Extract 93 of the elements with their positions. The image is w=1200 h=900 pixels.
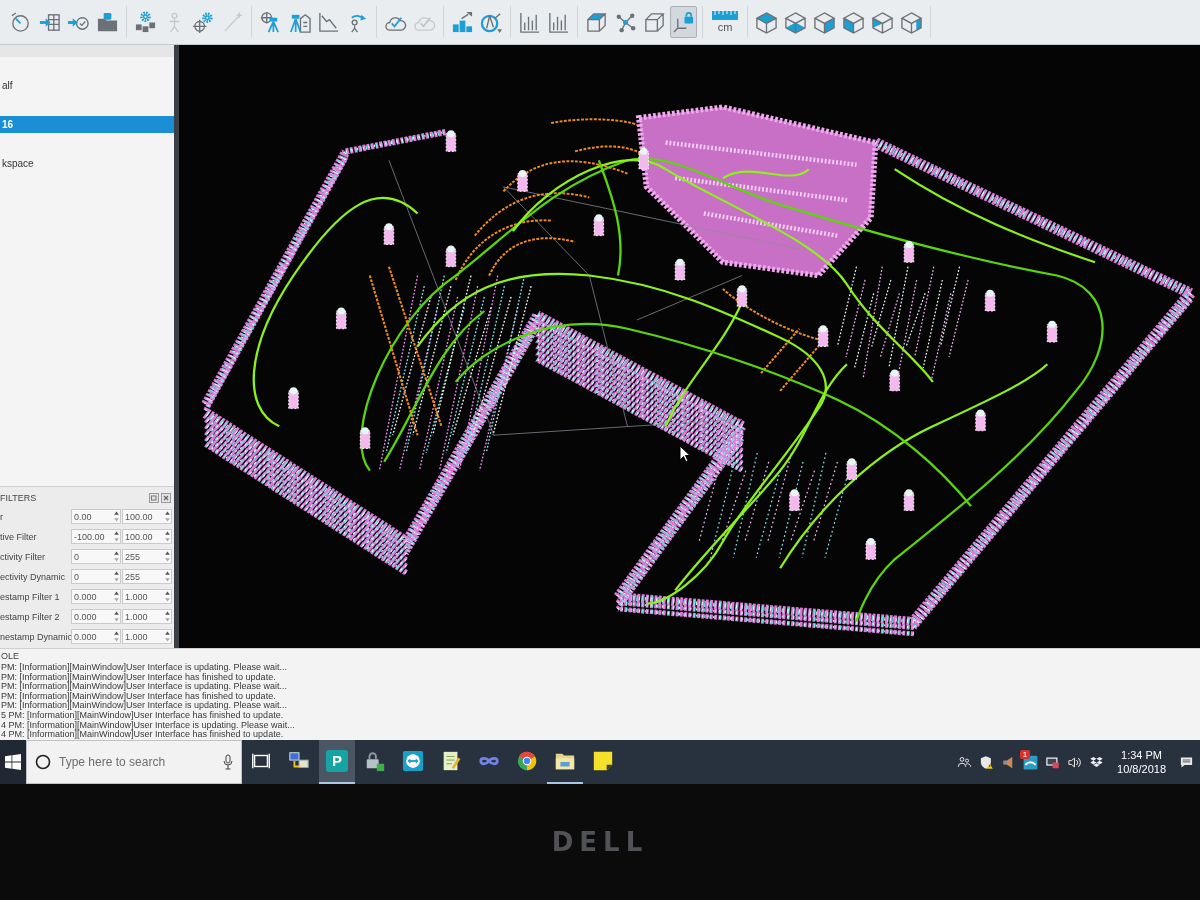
float-button[interactable] <box>149 493 159 503</box>
cube-front-face-icon <box>871 10 894 34</box>
toolbar-button[interactable] <box>670 6 697 38</box>
spin-box[interactable]: 100.00 <box>122 509 172 524</box>
cube-right-face-icon <box>813 10 836 34</box>
spin-arrows-icon[interactable] <box>113 610 120 623</box>
people-icon[interactable] <box>957 754 973 770</box>
log-line: PM: [Information][MainWindow]User Interface is updating. Please wait... <box>1 663 288 673</box>
spin-box[interactable]: 1.000 <box>122 609 172 624</box>
colored-circle-icon <box>516 750 538 772</box>
gear-blocks-icon <box>134 10 157 34</box>
window-panes-icon <box>5 754 21 770</box>
spin-arrows-icon[interactable] <box>113 590 120 603</box>
log-line: 4 PM: [Information][MainWindow]User Interface has finished to update. <box>1 730 284 740</box>
axes-lock-icon <box>672 10 695 34</box>
spin-arrows-icon[interactable] <box>113 570 120 583</box>
padlock-icon <box>364 750 386 772</box>
arrows-tile-icon <box>402 750 424 772</box>
log-line: PM: [Information][MainWindow]User Interface has finished to update. <box>1 691 276 702</box>
count-badge: 1 <box>1020 749 1031 759</box>
spin-box[interactable]: 255 <box>122 569 172 584</box>
spin-arrows-icon[interactable] <box>164 570 171 583</box>
spin-arrows-icon[interactable] <box>164 630 171 643</box>
line-chart-icon <box>317 10 340 34</box>
filter-label: ctivity Filter <box>0 551 46 562</box>
spin-arrows-icon[interactable] <box>164 550 171 563</box>
spin-box[interactable]: -100.00 <box>71 529 121 544</box>
gauge-icon <box>9 10 32 34</box>
speaker-icon[interactable] <box>1067 754 1083 770</box>
filter-label: tive Filter <box>0 531 38 542</box>
ruler-icon <box>712 11 738 20</box>
filter-label: r <box>0 511 4 522</box>
wand-icon <box>221 10 244 34</box>
spin-arrows-icon[interactable] <box>113 630 120 643</box>
mouse-pointer-icon <box>679 445 691 463</box>
clock-date[interactable]: 10/8/2018 <box>1117 762 1166 776</box>
cube-top-face-icon <box>755 10 778 34</box>
log-line: PM: [Information][MainWindow]User Interface has finished to update. <box>1 672 276 683</box>
cube-icon <box>585 10 608 34</box>
spin-arrows-icon[interactable] <box>164 610 171 623</box>
log-line: PM: [Information][MainWindow]User Interface is updating. Please wait... <box>1 682 288 692</box>
log-line: PM: [Information][MainWindow]User Interface is updating. Please wait... <box>1 701 288 711</box>
filter-label: nestamp Dynamic <box>0 631 70 642</box>
folder-icon <box>96 10 119 34</box>
cube-back-face-icon <box>900 10 923 34</box>
monitor-logo: DELL <box>551 827 649 857</box>
log-line: 4 PM: [Information][MainWindow]User Interface is updating. Please wait... <box>1 720 295 731</box>
unit-button[interactable]: cm <box>708 6 742 38</box>
tree-item[interactable]: 16 <box>0 116 174 133</box>
filter-label: estamp Filter 1 <box>0 591 61 602</box>
tripod-icon <box>259 10 282 34</box>
panel-title: FILTERS <box>0 493 37 503</box>
close-icon <box>161 493 171 503</box>
close-button[interactable] <box>161 493 171 503</box>
wire-cube-icon <box>643 10 666 34</box>
blocks-arrow-icon <box>451 10 474 34</box>
open-box-icon[interactable] <box>1089 754 1105 770</box>
cube-bottom-face-icon <box>784 10 807 34</box>
start-button[interactable] <box>0 740 26 784</box>
spin-box[interactable]: 0.000 <box>71 589 121 604</box>
spin-box[interactable]: 0 <box>71 549 121 564</box>
filter-label: estamp Filter 2 <box>0 611 61 622</box>
spin-arrows-icon[interactable] <box>164 510 171 523</box>
gear-target-icon <box>192 10 215 34</box>
circle-icon <box>35 754 51 770</box>
tree-item[interactable]: alf <box>0 77 174 94</box>
cube-left-face-icon <box>842 10 865 34</box>
panel-title: OLE <box>1 651 20 662</box>
spin-arrows-icon[interactable] <box>113 550 120 563</box>
restore-icon <box>149 493 159 503</box>
shield-warning-icon[interactable] <box>979 754 995 770</box>
spin-box[interactable]: 0 <box>71 569 121 584</box>
spin-arrows-icon[interactable] <box>113 530 120 543</box>
spin-box[interactable]: 100.00 <box>122 529 172 544</box>
tree-item[interactable]: kspace <box>0 155 174 172</box>
spin-arrows-icon[interactable] <box>113 510 120 523</box>
spin-arrows-icon[interactable] <box>164 590 171 603</box>
spin-arrows-icon[interactable] <box>164 530 171 543</box>
search-field[interactable]: Type here to search <box>26 740 242 784</box>
filter-label: ectivity Dynamic <box>0 571 66 582</box>
bar-chart-icon <box>518 10 541 34</box>
log-line: 5 PM: [Information][MainWindow]User Interface has finished to update. <box>1 710 284 721</box>
spin-box[interactable]: 1.000 <box>122 629 172 644</box>
spin-box[interactable]: 0.000 <box>71 629 121 644</box>
clock-time[interactable]: 1:34 PM <box>1121 748 1162 762</box>
app-logo: P <box>326 750 348 772</box>
spin-box[interactable]: 255 <box>122 549 172 564</box>
spin-box[interactable]: 1.000 <box>122 589 172 604</box>
sticky-note-icon <box>592 750 614 772</box>
spin-box[interactable]: 0.000 <box>71 609 121 624</box>
spin-box[interactable]: 0.00 <box>71 509 121 524</box>
microphone-icon[interactable] <box>223 754 233 770</box>
bar-chart-icon <box>547 10 570 34</box>
